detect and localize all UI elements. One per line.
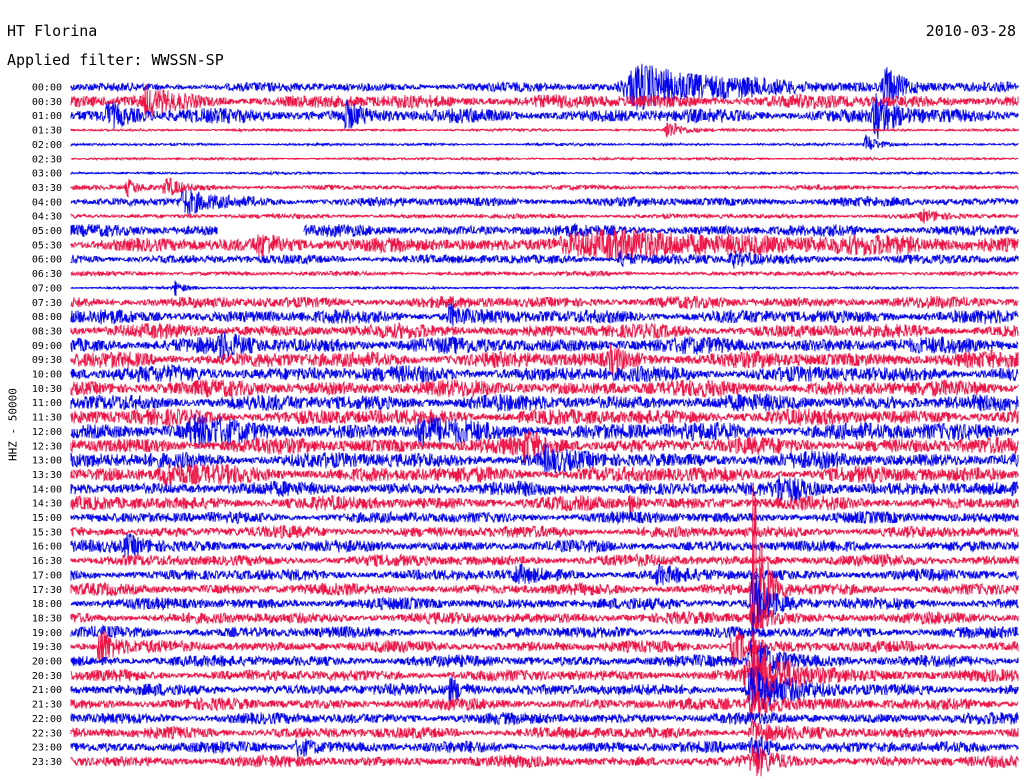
- tick-label: 20:00: [32, 657, 62, 668]
- tick-label: 20:30: [32, 671, 62, 682]
- tick-label: 08:00: [32, 312, 62, 323]
- trace-row: [70, 250, 1019, 269]
- trace-row: [70, 630, 1019, 668]
- trace-row: [70, 533, 1019, 557]
- trace-row: [70, 208, 1019, 224]
- trace-row: [70, 228, 1019, 262]
- trace-row: [70, 321, 1019, 340]
- trace-row: [70, 379, 1019, 399]
- trace-row: [70, 510, 1019, 525]
- tick-label: 07:30: [32, 298, 62, 309]
- tick-label: 06:00: [32, 255, 62, 266]
- tick-label: 23:30: [32, 757, 62, 768]
- tick-label: 18:00: [32, 599, 62, 610]
- tick-label: 16:30: [32, 556, 62, 567]
- trace-row: [70, 177, 1019, 199]
- tick-label: 10:00: [32, 370, 62, 381]
- tick-label: 18:30: [32, 613, 62, 624]
- trace-row: [70, 552, 1019, 568]
- trace-row: [70, 689, 1019, 719]
- tick-label: 01:00: [32, 111, 62, 122]
- tick-label: 11:00: [32, 398, 62, 409]
- tick-label: 21:30: [32, 700, 62, 711]
- tick-label: 17:00: [32, 570, 62, 581]
- trace-row: [70, 269, 1019, 278]
- trace-row: [70, 711, 1019, 726]
- tick-label: 21:00: [32, 685, 62, 696]
- trace-row: [70, 156, 1019, 162]
- trace-row: [70, 170, 1019, 176]
- tick-label: 22:30: [32, 728, 62, 739]
- tick-label: 03:30: [32, 183, 62, 194]
- time-tick-labels: 00:00 00:30 01:00 01:30 02:00 02:30 03:00 03:30…: [32, 83, 62, 768]
- tick-label: 19:30: [32, 642, 62, 653]
- helicorder-plot: 00:00 00:30 01:00 01:30 02:00 02:30 03:00 03:30…: [32, 63, 1019, 777]
- tick-label: 07:00: [32, 283, 62, 294]
- tick-label: 05:00: [32, 226, 62, 237]
- tick-label: 14:30: [32, 499, 62, 510]
- trace-row: [70, 134, 1019, 151]
- tick-label: 22:00: [32, 714, 62, 725]
- tick-label: 09:30: [32, 355, 62, 366]
- tick-label: 08:30: [32, 326, 62, 337]
- trace-row: [70, 222, 1019, 238]
- trace-row: [70, 563, 1019, 587]
- tick-label: 05:30: [32, 240, 62, 251]
- trace-row: [70, 393, 1019, 413]
- tick-label: 16:00: [32, 542, 62, 553]
- tick-label: 03:00: [32, 169, 62, 180]
- tick-label: 00:30: [32, 97, 62, 108]
- tick-label: 04:30: [32, 212, 62, 223]
- trace-row: [70, 495, 1019, 515]
- trace-row: [70, 280, 1019, 297]
- seismic-traces: [70, 63, 1019, 777]
- trace-row: [70, 189, 1019, 215]
- tick-label: 15:00: [32, 513, 62, 524]
- tick-label: 06:30: [32, 269, 62, 280]
- tick-label: 17:30: [32, 585, 62, 596]
- tick-label: 02:30: [32, 154, 62, 165]
- tick-label: 12:30: [32, 441, 62, 452]
- trace-row: [70, 644, 1019, 707]
- tick-label: 00:00: [32, 83, 62, 94]
- tick-label: 13:30: [32, 470, 62, 481]
- tick-label: 23:00: [32, 743, 62, 754]
- tick-label: 13:00: [32, 456, 62, 467]
- trace-row: [70, 524, 1019, 540]
- trace-row: [70, 475, 1019, 503]
- tick-label: 15:30: [32, 527, 62, 538]
- tick-label: 10:30: [32, 384, 62, 395]
- trace-row: [70, 624, 1019, 640]
- tick-label: 11:30: [32, 413, 62, 424]
- trace-row: [70, 736, 1019, 760]
- tick-label: 09:00: [32, 341, 62, 352]
- tick-label: 01:30: [32, 126, 62, 137]
- tick-label: 14:00: [32, 484, 62, 495]
- trace-row: [70, 295, 1019, 310]
- tick-label: 12:00: [32, 427, 62, 438]
- tick-label: 04:00: [32, 197, 62, 208]
- tick-label: 19:00: [32, 628, 62, 639]
- trace-row: [70, 718, 1019, 745]
- tick-label: 02:00: [32, 140, 62, 151]
